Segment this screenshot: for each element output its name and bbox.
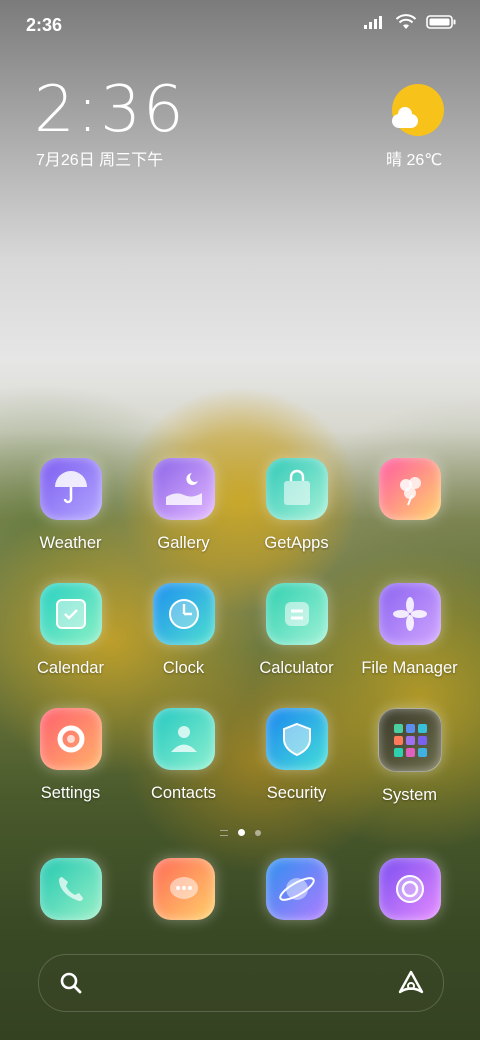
signal-icon bbox=[364, 15, 386, 29]
app-row: Settings Contacts Security System bbox=[14, 708, 466, 833]
app-label: Settings bbox=[40, 784, 101, 802]
gear-icon[interactable] bbox=[39, 708, 102, 770]
phone-icon[interactable] bbox=[39, 858, 102, 920]
flower-folder-icon[interactable] bbox=[378, 583, 441, 645]
app-calendar[interactable]: Calendar bbox=[14, 583, 127, 708]
app-file-manager[interactable]: File Manager bbox=[353, 583, 466, 708]
app-label: Weather bbox=[39, 534, 102, 552]
status-bar: 2:36 bbox=[0, 0, 480, 50]
folder-icon[interactable] bbox=[377, 708, 442, 772]
page-indicator-menu bbox=[219, 829, 228, 836]
umbrella-icon[interactable] bbox=[39, 458, 102, 520]
search-bar[interactable] bbox=[38, 954, 444, 1012]
app-phone[interactable] bbox=[14, 858, 127, 928]
assistant-icon[interactable] bbox=[397, 969, 425, 997]
shield-icon[interactable] bbox=[265, 708, 328, 770]
calculator-icon[interactable] bbox=[265, 583, 328, 645]
person-icon[interactable] bbox=[152, 708, 215, 770]
moon-landscape-icon[interactable] bbox=[152, 458, 215, 520]
message-icon[interactable] bbox=[152, 858, 215, 920]
app-label: Gallery bbox=[157, 534, 210, 552]
app-getapps[interactable]: GetApps bbox=[240, 458, 353, 583]
app-row: Calendar Clock Calculator File Manager bbox=[14, 583, 466, 708]
wifi-icon bbox=[396, 14, 416, 30]
app-label: GetApps bbox=[264, 534, 329, 552]
search-icon[interactable] bbox=[59, 971, 83, 995]
app-gallery[interactable]: Gallery bbox=[127, 458, 240, 583]
app-browser[interactable] bbox=[240, 858, 353, 928]
app-row: Weather Gallery GetApps bbox=[14, 458, 466, 583]
calendar-check-icon[interactable] bbox=[39, 583, 102, 645]
app-label: File Manager bbox=[361, 659, 458, 677]
app-clock[interactable]: Clock bbox=[127, 583, 240, 708]
app-weather[interactable]: Weather bbox=[14, 458, 127, 583]
app-label: Clock bbox=[162, 659, 205, 677]
status-time: 2:36 bbox=[26, 15, 63, 35]
app-flower[interactable] bbox=[353, 458, 466, 583]
page-dot bbox=[254, 829, 261, 836]
dock bbox=[14, 858, 466, 928]
app-label: Contacts bbox=[150, 784, 217, 802]
shopping-bag-icon[interactable] bbox=[265, 458, 328, 520]
battery-icon bbox=[426, 15, 456, 29]
app-label: Calendar bbox=[37, 659, 104, 677]
app-system[interactable]: System bbox=[353, 708, 466, 833]
planet-icon[interactable] bbox=[265, 858, 328, 920]
weather-text: 晴 26℃ bbox=[386, 152, 443, 169]
cloud-icon bbox=[392, 107, 418, 128]
app-camera[interactable] bbox=[353, 858, 466, 928]
clock-widget-time[interactable]: 2:36 bbox=[34, 78, 186, 142]
app-settings[interactable]: Settings bbox=[14, 708, 127, 833]
app-label: Calculator bbox=[259, 659, 334, 677]
app-contacts[interactable]: Contacts bbox=[127, 708, 240, 833]
camera-icon[interactable] bbox=[378, 858, 441, 920]
flower-icon[interactable] bbox=[378, 458, 441, 520]
app-grid: Weather Gallery GetApps Calendar Clock Calcul… bbox=[14, 458, 466, 833]
page-dot-active bbox=[237, 829, 245, 836]
clock-widget-date: 7月26日 周三下午 bbox=[36, 152, 164, 169]
clock-icon[interactable] bbox=[152, 583, 215, 645]
app-calculator[interactable]: Calculator bbox=[240, 583, 353, 708]
app-label: System bbox=[381, 786, 437, 804]
app-label: Security bbox=[266, 784, 327, 802]
app-security[interactable]: Security bbox=[240, 708, 353, 833]
page-indicator bbox=[0, 829, 480, 836]
app-messages[interactable] bbox=[127, 858, 240, 928]
